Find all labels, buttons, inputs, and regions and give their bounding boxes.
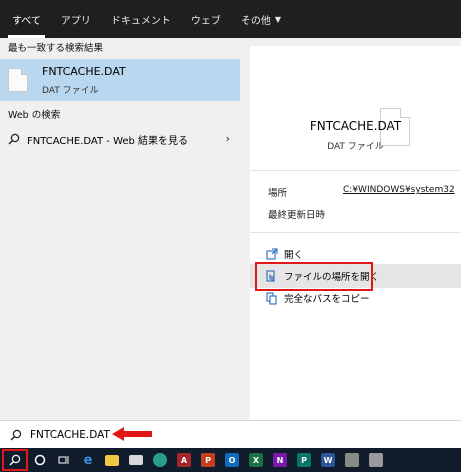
divider — [250, 232, 461, 233]
taskbar-app-mail[interactable] — [124, 448, 148, 472]
copy-full-path-action[interactable]: 完全なパスをコピー — [250, 286, 461, 310]
taskbar-app-access[interactable]: A — [172, 448, 196, 472]
app-icon — [369, 453, 383, 467]
chevron-right-icon[interactable]: › — [226, 132, 230, 145]
taskbar-app-store[interactable] — [340, 448, 364, 472]
tab-documents[interactable]: ドキュメント — [101, 0, 181, 38]
preview-file-name: FNTCACHE.DAT — [309, 119, 402, 133]
open-action[interactable]: 開く — [250, 242, 461, 266]
word-icon: W — [321, 453, 335, 467]
tab-apps-label: アプリ — [60, 15, 91, 27]
tab-web-label: ウェブ — [190, 15, 221, 27]
excel-icon: X — [249, 453, 263, 467]
open-icon — [266, 248, 278, 260]
web-search-heading: Web の検索 — [8, 110, 61, 121]
tab-all-label: すべて — [12, 15, 41, 27]
access-icon: A — [177, 453, 191, 467]
outlook-icon: O — [225, 453, 239, 467]
preview-file-type: DAT ファイル — [327, 142, 384, 152]
edge-icon — [153, 453, 167, 467]
cortana-button[interactable] — [28, 448, 52, 472]
taskbar-app-outlook[interactable]: O — [220, 448, 244, 472]
tab-web[interactable]: ウェブ — [181, 0, 231, 38]
mail-icon — [129, 455, 143, 465]
annotation-arrow-icon — [112, 427, 152, 441]
taskbar-app-other[interactable] — [364, 448, 388, 472]
results-list: 最も一致する検索結果 FNTCACHE.DAT DAT ファイル Web の検索… — [0, 38, 242, 420]
search-box[interactable]: FNTCACHE.DAT — [0, 420, 461, 448]
tab-apps[interactable]: アプリ — [51, 0, 101, 38]
tab-all[interactable]: すべて — [2, 0, 51, 38]
location-link[interactable]: C:¥WINDOWS¥system32 — [343, 185, 455, 195]
open-action-label: 開く — [284, 250, 304, 261]
location-label: 場所 — [268, 188, 288, 199]
web-search-result-label: FNTCACHE.DAT - Web 結果を見る — [27, 135, 189, 147]
search-icon — [8, 133, 20, 145]
last-modified-label: 最終更新日時 — [268, 210, 326, 221]
copy-path-icon — [266, 292, 277, 304]
open-file-location-label: ファイルの場所を開く — [284, 272, 380, 283]
tab-documents-label: ドキュメント — [110, 15, 171, 27]
copy-full-path-label: 完全なパスをコピー — [284, 294, 370, 305]
best-match-heading: 最も一致する検索結果 — [8, 43, 104, 54]
taskbar-app-excel[interactable]: X — [244, 448, 268, 472]
taskbar: e A P O X N P W — [0, 448, 461, 472]
divider — [250, 170, 461, 171]
task-view-button[interactable] — [52, 448, 76, 472]
store-icon — [345, 453, 359, 467]
best-match-result[interactable]: FNTCACHE.DAT DAT ファイル — [0, 59, 240, 101]
search-icon — [10, 429, 22, 440]
tab-more-label: その他 — [240, 15, 271, 27]
taskbar-app-word[interactable]: W — [316, 448, 340, 472]
search-query[interactable]: FNTCACHE.DAT — [30, 429, 110, 441]
taskbar-search-button[interactable] — [2, 449, 28, 471]
taskbar-app-onenote[interactable]: N — [268, 448, 292, 472]
cortana-icon — [34, 454, 46, 466]
file-icon — [8, 68, 28, 92]
task-view-icon — [58, 456, 69, 464]
onenote-icon: N — [273, 453, 287, 467]
open-file-location-action[interactable]: ファイルの場所を開く — [250, 264, 461, 288]
taskbar-app-file-explorer[interactable] — [100, 448, 124, 472]
taskbar-app-edge-legacy[interactable]: e — [76, 448, 100, 472]
best-match-name: FNTCACHE.DAT — [42, 64, 126, 78]
open-file-location-icon — [266, 270, 275, 282]
chevron-down-icon: ▼ — [274, 14, 282, 24]
search-scope-tabs: すべて アプリ ドキュメント ウェブ その他 ▼ — [0, 0, 461, 38]
search-icon — [9, 454, 21, 466]
web-search-result[interactable]: FNTCACHE.DAT - Web 結果を見る › — [0, 126, 242, 152]
best-match-type: DAT ファイル — [42, 85, 99, 96]
powerpoint-icon: P — [201, 453, 215, 467]
edge-legacy-icon: e — [83, 452, 93, 468]
taskbar-app-publisher[interactable]: P — [292, 448, 316, 472]
tab-more[interactable]: その他 ▼ — [231, 0, 291, 38]
file-explorer-icon — [105, 454, 119, 466]
taskbar-app-edge[interactable] — [148, 448, 172, 472]
publisher-icon: P — [297, 453, 311, 467]
taskbar-app-powerpoint[interactable]: P — [196, 448, 220, 472]
preview-pane — [250, 46, 461, 420]
